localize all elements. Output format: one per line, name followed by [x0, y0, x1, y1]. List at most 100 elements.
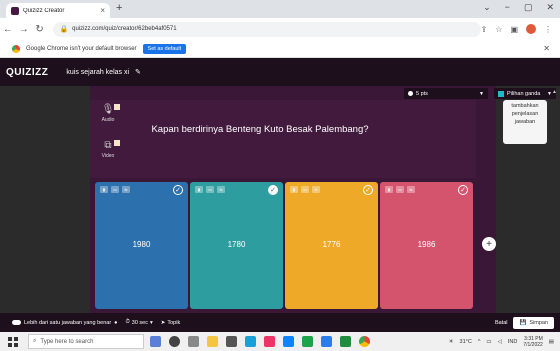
correct-check-icon[interactable]: ✓ [458, 185, 468, 195]
correct-check-icon[interactable]: ✓ [268, 185, 278, 195]
delete-icon[interactable]: ▮ [100, 186, 108, 193]
video-camera-icon: ⧉ [104, 140, 112, 151]
hint-line: jawaban [514, 119, 536, 125]
bookmark-star-icon[interactable]: ☆ [495, 25, 502, 34]
add-answer-button[interactable]: + [482, 237, 496, 251]
language-indicator[interactable]: IND [508, 339, 517, 345]
answer-card[interactable]: ▮ ▭ fx ✓ 1780 [190, 182, 283, 309]
image-icon[interactable]: ▭ [396, 186, 404, 193]
url-field[interactable]: 🔒 quizizz.com/quiz/creator/62beb4af0571 [53, 21, 481, 37]
tab-search-icon[interactable]: ⌄ [483, 2, 491, 13]
formula-icon[interactable]: fx [312, 186, 320, 193]
cancel-button[interactable]: Batal [495, 320, 508, 326]
answer-text[interactable]: 1776 [285, 240, 378, 249]
delete-icon[interactable]: ▮ [385, 186, 393, 193]
drive-icon[interactable] [340, 336, 351, 347]
answer-text[interactable]: 1980 [95, 240, 188, 249]
edit-pencil-icon[interactable]: ✎ [135, 68, 141, 76]
delete-icon[interactable]: ▮ [195, 186, 203, 193]
answer-tools: ▮ ▭ fx [195, 186, 225, 193]
chevron-down-icon: ▼ [479, 90, 484, 97]
minimize-button[interactable]: − [505, 2, 510, 13]
edge-icon[interactable] [245, 336, 256, 347]
answer-card[interactable]: ▮ ▭ fx ✓ 1776 [285, 182, 378, 309]
tray-chevron-icon[interactable]: ^ [478, 339, 481, 345]
correct-check-icon[interactable]: ✓ [363, 185, 373, 195]
app-icon[interactable] [302, 336, 313, 347]
speaker-icon[interactable]: ◁ [498, 339, 502, 345]
app-icon[interactable] [150, 336, 161, 347]
task-view-icon[interactable] [169, 336, 180, 347]
app-icon[interactable] [264, 336, 275, 347]
formula-icon[interactable]: fx [217, 186, 225, 193]
back-arrow-icon[interactable]: ← [0, 24, 16, 35]
default-browser-infobar: Google Chrome isn't your default browser… [0, 40, 560, 58]
question-text[interactable]: Kapan berdirinya Benteng Kuto Besak Pale… [110, 124, 410, 135]
video-tag-icon [114, 140, 120, 146]
answer-card[interactable]: ▮ ▭ fx ✓ 1986 [380, 182, 473, 309]
address-bar-row: ← → ↻ 🔒 quizizz.com/quiz/creator/62beb4a… [0, 18, 560, 40]
formula-icon[interactable]: fx [407, 186, 415, 193]
answer-text[interactable]: 1986 [380, 240, 473, 249]
taskbar-search[interactable]: ⌕ Type here to search [28, 334, 144, 349]
weather-temp[interactable]: 31°C [460, 339, 472, 345]
toggle-switch[interactable] [12, 320, 21, 325]
close-window-button[interactable]: ✕ [546, 2, 554, 13]
image-icon[interactable]: ▭ [111, 186, 119, 193]
reload-icon[interactable]: ↻ [32, 24, 48, 35]
chrome-icon[interactable] [359, 336, 370, 347]
save-button[interactable]: 💾 Simpan [513, 316, 554, 329]
notifications-icon[interactable]: ▤ [549, 339, 554, 345]
lock-icon: 🔒 [59, 26, 69, 33]
video-button[interactable]: ⧉ Video [96, 140, 120, 170]
window-controls: ⌄ − ▢ ✕ [483, 2, 554, 13]
delete-icon[interactable]: ▮ [290, 186, 298, 193]
infobar-close-icon[interactable]: ✕ [543, 44, 550, 53]
quiz-title[interactable]: kuis sejarah kelas xi [66, 69, 129, 76]
windows-start-icon[interactable] [8, 336, 18, 347]
chevron-down-icon: ▾ [150, 319, 153, 326]
maximize-button[interactable]: ▢ [524, 2, 533, 13]
reading-list-icon[interactable]: ▣ [510, 25, 518, 34]
info-icon[interactable]: ● [114, 320, 117, 326]
image-icon[interactable]: ▭ [301, 186, 309, 193]
multiple-correct-label: Lebih dari satu jawaban yang benar [24, 319, 112, 326]
formula-icon[interactable]: fx [122, 186, 130, 193]
weather-icon[interactable]: ☀ [449, 339, 454, 345]
question-input-area[interactable] [90, 100, 476, 178]
multiple-correct-toggle[interactable]: Lebih dari satu jawaban yang benar ● [12, 320, 117, 326]
timer-icon: ⏱ [125, 319, 130, 325]
tab-close-icon[interactable]: × [100, 6, 105, 15]
answer-card[interactable]: ▮ ▭ fx ✓ 1980 [95, 182, 188, 309]
image-icon[interactable]: ▭ [206, 186, 214, 193]
mail-icon[interactable] [283, 336, 294, 347]
question-type-dropdown[interactable]: Pilihan ganda ▼ [494, 88, 556, 99]
word-icon[interactable] [321, 336, 332, 347]
time-limit-dropdown[interactable]: ⏱ 30 sec ▾ [125, 319, 152, 326]
file-explorer-icon[interactable] [207, 336, 218, 347]
topic-button[interactable]: ➤ Topik [161, 320, 180, 326]
new-tab-button[interactable]: + [116, 2, 122, 14]
share-icon[interactable]: ⇪ [481, 25, 488, 34]
system-tray: ☀ 31°C ^ ▭ ◁ IND 3:31 PM 7/1/2022 ▤ [449, 336, 554, 348]
store-icon[interactable] [226, 336, 237, 347]
widgets-icon[interactable] [188, 336, 199, 347]
set-default-button[interactable]: Set as default [142, 43, 187, 54]
quizizz-header: QUIZIZZ kuis sejarah kelas xi ✎ [0, 58, 560, 86]
hint-line: tambahkan [511, 103, 539, 109]
network-icon[interactable]: ▭ [486, 339, 491, 345]
save-icon: 💾 [519, 319, 527, 326]
scroll-up-icon[interactable]: ▲ [552, 89, 557, 95]
quizizz-logo[interactable]: QUIZIZZ [6, 67, 48, 78]
clock[interactable]: 3:31 PM 7/1/2022 [523, 336, 542, 348]
menu-dots-icon[interactable]: ⋮ [544, 25, 552, 34]
browser-tab-strip: Quizizz Creator × + ⌄ − ▢ ✕ [0, 0, 560, 18]
answer-text[interactable]: 1780 [190, 240, 283, 249]
browser-tab[interactable]: Quizizz Creator × [6, 3, 110, 18]
tab-title: Quizizz Creator [23, 7, 65, 14]
add-explanation-hint[interactable]: tambahkan penjelasan jawaban [503, 100, 547, 144]
forward-arrow-icon[interactable]: → [16, 24, 32, 35]
points-dropdown[interactable]: 5 pts ▼ [404, 88, 488, 99]
profile-avatar[interactable] [526, 24, 536, 34]
correct-check-icon[interactable]: ✓ [173, 185, 183, 195]
